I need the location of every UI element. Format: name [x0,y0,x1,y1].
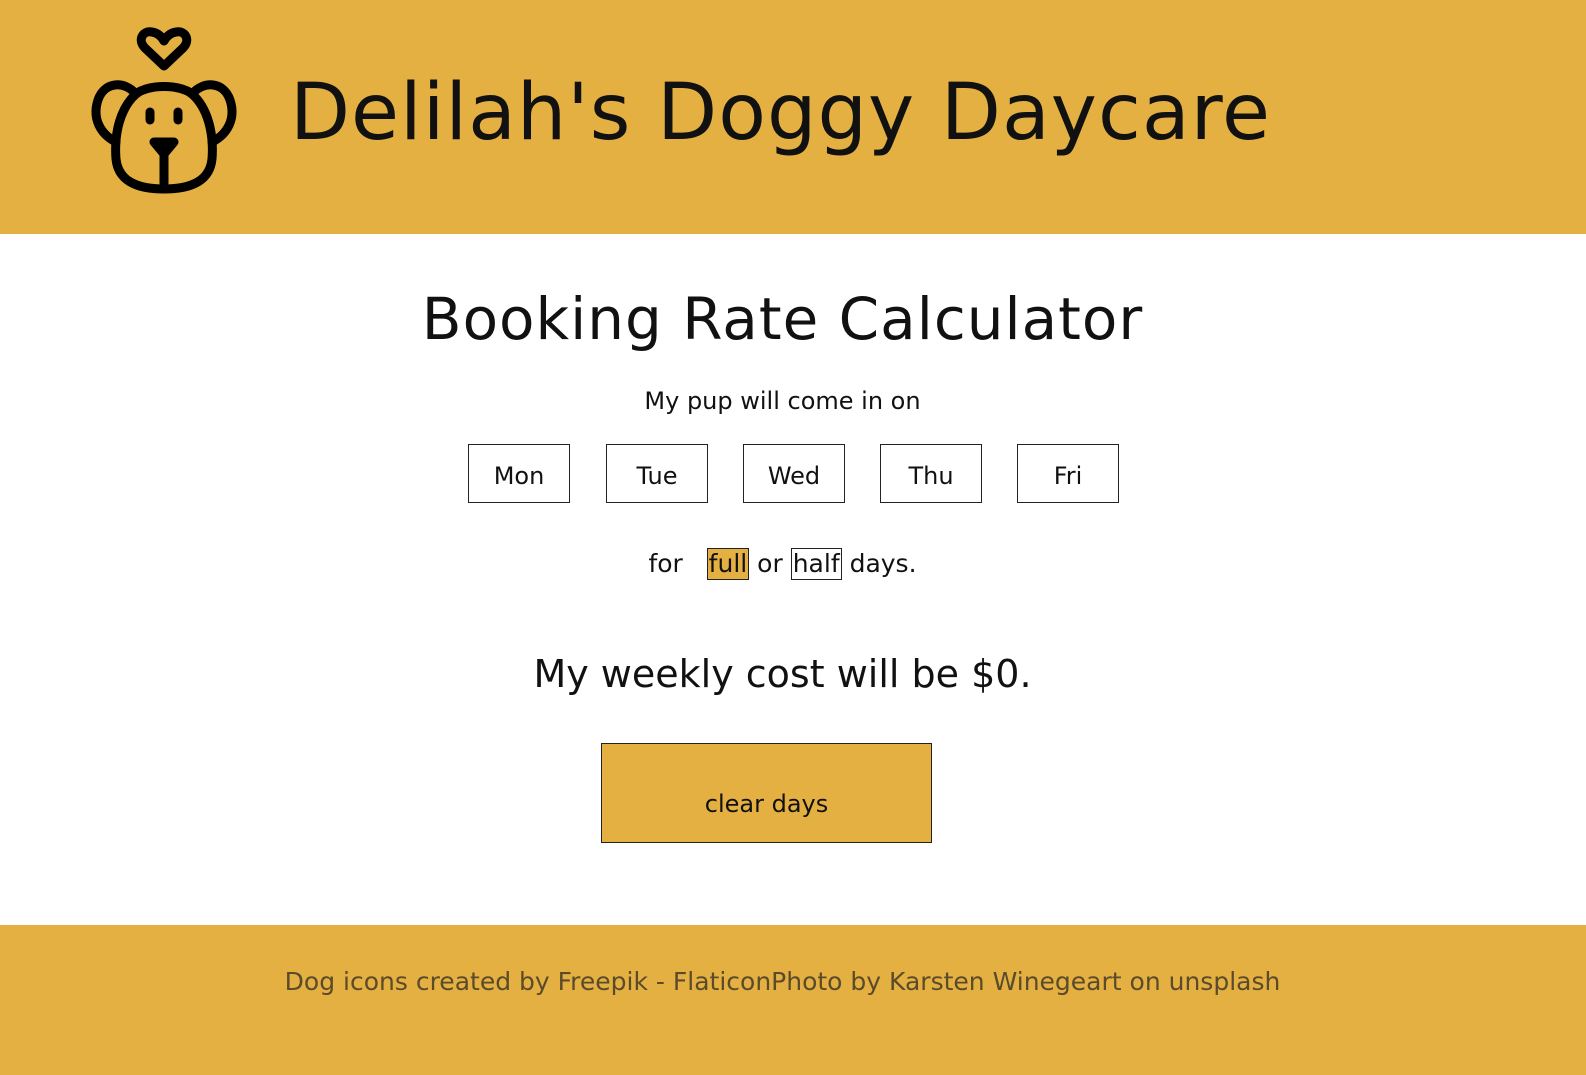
booking-calculator: Booking Rate Calculator My pup will come… [0,234,1586,925]
duration-suffix: days. [849,549,917,578]
page-title: Booking Rate Calculator [421,285,1144,353]
dog-logo-icon [90,24,240,199]
clear-days-button[interactable]: clear days [601,743,932,843]
site-title: Delilah's Doggy Daycare [290,68,1271,158]
duration-selector: for full or half days. [0,546,1565,582]
or-text: or [757,549,783,578]
day-button-thu[interactable]: Thu [880,444,982,503]
day-button-wed[interactable]: Wed [743,444,845,503]
footer-credits: Dog icons created by Freepik - FlaticonP… [284,967,1281,996]
weekly-cost-text: My weekly cost will be $0. [533,652,1032,696]
full-day-option[interactable]: full [706,548,750,580]
site-header: Delilah's Doggy Daycare [0,0,1586,234]
day-button-mon[interactable]: Mon [468,444,570,503]
half-day-option[interactable]: half [790,548,842,580]
site-footer: Dog icons created by Freepik - FlaticonP… [0,925,1586,1075]
day-selector: Mon Tue Wed Thu Fri [468,444,1128,506]
intro-text: My pup will come in on [644,387,921,415]
duration-prefix: for [648,549,683,578]
day-button-fri[interactable]: Fri [1017,444,1119,503]
day-button-tue[interactable]: Tue [606,444,708,503]
